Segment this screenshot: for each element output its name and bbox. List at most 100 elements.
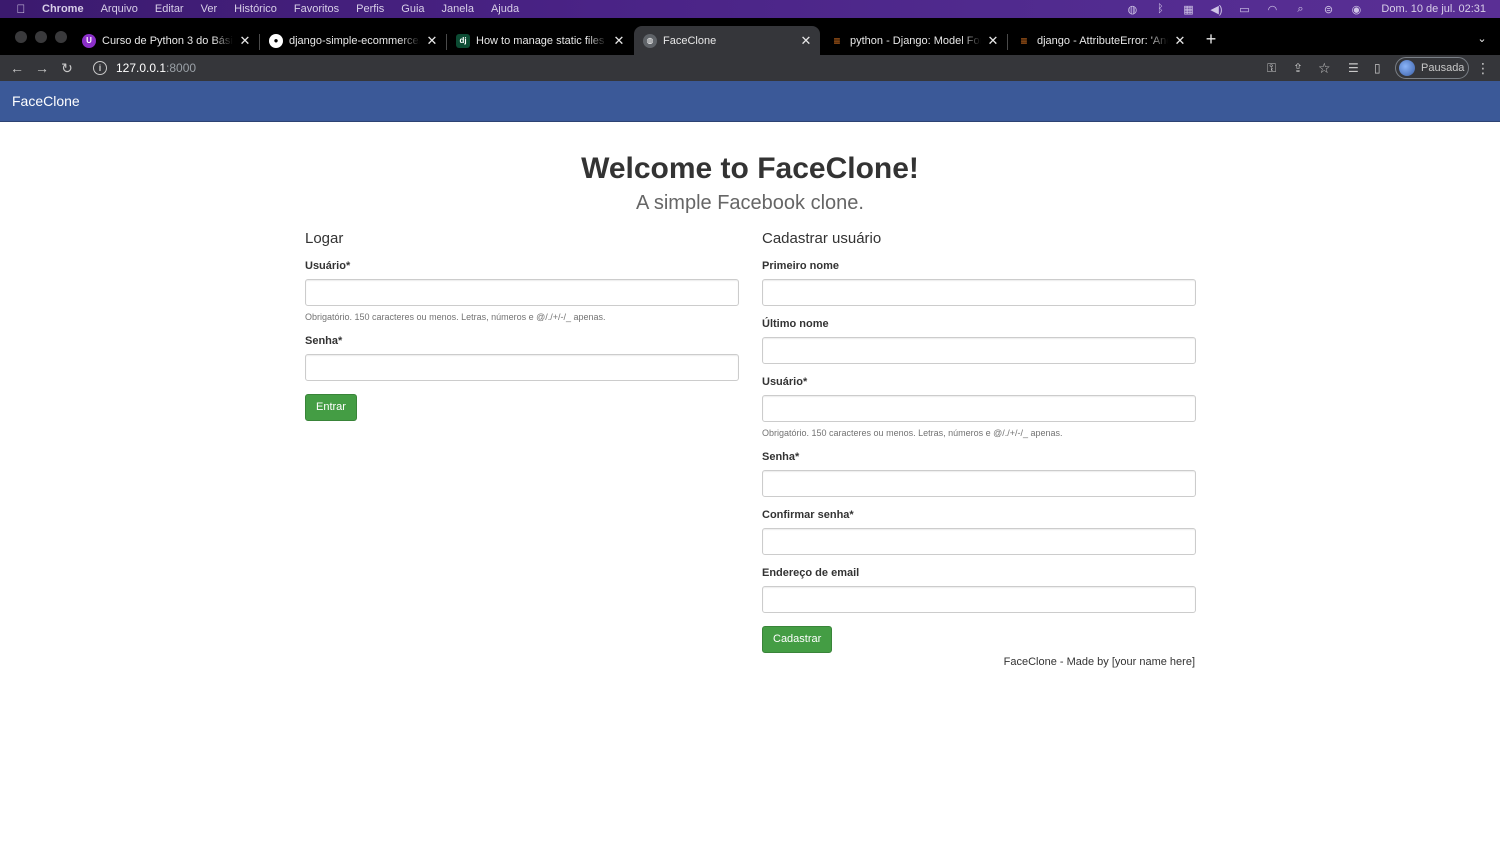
back-arrow-icon[interactable]: ← <box>8 59 26 77</box>
login-form: Logar Usuário* Obrigatório. 150 caracter… <box>305 229 739 421</box>
tab-title: django - AttributeError: 'Anonymous <box>1037 34 1168 47</box>
wifi-icon[interactable]: ◠ <box>1265 3 1279 16</box>
register-last-name-label: Último nome <box>762 318 829 330</box>
menu-ajuda[interactable]: Ajuda <box>491 3 519 15</box>
browser-tab[interactable]: U Curso de Python 3 do Básico Ao Avançad… <box>73 26 259 55</box>
login-username-input[interactable] <box>305 279 739 306</box>
github-favicon-icon: ● <box>269 33 283 48</box>
menu-editar[interactable]: Editar <box>155 3 184 15</box>
menu-guia[interactable]: Guia <box>401 3 424 15</box>
tab-search-chevron-icon[interactable]: ⌄ <box>1474 30 1490 46</box>
login-username-help: Obrigatório. 150 caracteres ou menos. Le… <box>305 312 606 322</box>
register-username-group: Usuário* Obrigatório. 150 caracteres ou … <box>762 375 1196 439</box>
avatar <box>1399 60 1415 76</box>
browser-tab[interactable]: ≡ python - Django: Model Form " ✕ <box>821 26 1007 55</box>
login-username-group: Usuário* Obrigatório. 150 caracteres ou … <box>305 259 739 323</box>
register-email-input[interactable] <box>762 586 1196 613</box>
register-password-label: Senha* <box>762 451 800 463</box>
brand-link[interactable]: FaceClone <box>12 93 80 109</box>
login-password-input[interactable] <box>305 354 739 381</box>
apple-icon[interactable]:  <box>14 2 28 16</box>
menu-arquivo[interactable]: Arquivo <box>101 3 138 15</box>
spotlight-search-icon[interactable]: ⌕ <box>1293 3 1307 15</box>
tab-title: How to manage static files (e.g. <box>476 34 607 47</box>
browser-tab-strip: U Curso de Python 3 do Básico Ao Avançad… <box>0 18 1500 55</box>
address-bar[interactable]: i 127.0.0.1 :8000 <box>84 57 1384 79</box>
register-username-label: Usuário* <box>762 376 808 388</box>
browser-tab[interactable]: dj How to manage static files (e.g. ✕ <box>447 26 633 55</box>
tab-title: django-simple-ecommerce/urls.py <box>289 34 420 47</box>
django-favicon-icon: dj <box>456 33 470 48</box>
tab-title: python - Django: Model Form " <box>850 34 981 47</box>
window-controls <box>15 31 67 43</box>
calendar-icon[interactable]: ▦ <box>1181 3 1195 16</box>
close-tab-icon[interactable]: ✕ <box>424 33 440 49</box>
close-tab-icon[interactable]: ✕ <box>985 33 1001 49</box>
tab-title: FaceClone <box>663 34 717 47</box>
close-tab-icon[interactable]: ✕ <box>611 33 627 49</box>
register-email-label: Endereço de email <box>762 567 860 579</box>
udemy-favicon-icon: U <box>82 33 96 48</box>
register-confirm-input[interactable] <box>762 528 1196 555</box>
register-password-input[interactable] <box>762 470 1196 497</box>
siri-icon[interactable]: ◉ <box>1349 3 1363 16</box>
login-password-label: Senha* <box>305 335 343 347</box>
globe-icon[interactable]: ◍ <box>1125 3 1139 16</box>
key-icon[interactable]: ⚿ <box>1267 59 1276 77</box>
stackoverflow-favicon-icon: ≡ <box>833 33 841 48</box>
volume-icon[interactable]: ◀) <box>1209 3 1223 16</box>
profile-button[interactable]: Pausada <box>1395 57 1469 79</box>
page-subtitle: A simple Facebook clone. <box>636 192 864 214</box>
new-tab-button[interactable]: + <box>1201 29 1221 49</box>
register-username-help: Obrigatório. 150 caracteres ou menos. Le… <box>762 428 1063 438</box>
share-icon[interactable]: ⇪ <box>1293 59 1303 77</box>
close-tab-icon[interactable]: ✕ <box>798 33 814 49</box>
login-heading: Logar <box>305 230 344 247</box>
minimize-window-button[interactable] <box>35 31 47 43</box>
register-confirm-label: Confirmar senha* <box>762 509 854 521</box>
menu-favoritos[interactable]: Favoritos <box>294 3 339 15</box>
menu-bar-status-area: ◍ ᛒ ▦ ◀) ▭ ◠ ⌕ ⊜ ◉ Dom. 10 de jul. 02:31 <box>1125 0 1486 18</box>
menu-bar-clock[interactable]: Dom. 10 de jul. 02:31 <box>1381 3 1486 15</box>
reading-list-icon[interactable]: ☰ <box>1348 59 1359 77</box>
menu-historico[interactable]: Histórico <box>234 3 277 15</box>
forward-arrow-icon[interactable]: → <box>33 59 51 77</box>
hero: Welcome to FaceClone! A simple Facebook … <box>0 151 1500 215</box>
browser-tab-active[interactable]: ◍ FaceClone ✕ <box>634 26 820 55</box>
browser-toolbar: ← → ↻ i 127.0.0.1 :8000 ⚿ ⇪ ☆ ☰ ▯ Pausad… <box>0 55 1500 81</box>
browser-tab[interactable]: ≡ django - AttributeError: 'Anonymous ✕ <box>1008 26 1194 55</box>
battery-icon[interactable]: ▭ <box>1237 3 1251 16</box>
menu-chrome[interactable]: Chrome <box>42 3 84 15</box>
tab-title: Curso de Python 3 do Básico Ao Avançado <box>102 34 233 47</box>
url-port: :8000 <box>166 61 197 75</box>
register-confirm-group: Confirmar senha* <box>762 508 1196 555</box>
browser-tab[interactable]: ● django-simple-ecommerce/urls.py ✕ <box>260 26 446 55</box>
register-first-name-input[interactable] <box>762 279 1196 306</box>
profile-label: Pausada <box>1421 62 1465 74</box>
register-last-name-input[interactable] <box>762 337 1196 364</box>
login-submit-button[interactable]: Entrar <box>305 394 357 421</box>
register-username-input[interactable] <box>762 395 1196 422</box>
zoom-window-button[interactable] <box>55 31 67 43</box>
macos-menu-bar:  Chrome Arquivo Editar Ver Histórico Fa… <box>0 0 1500 18</box>
bookmark-star-icon[interactable]: ☆ <box>1318 59 1331 77</box>
site-info-icon[interactable]: i <box>93 61 107 75</box>
site-navbar: FaceClone <box>0 81 1500 122</box>
url-host: 127.0.0.1 <box>116 61 167 75</box>
site-footer: FaceClone - Made by [your name here] <box>1003 656 1195 668</box>
globe-favicon-icon: ◍ <box>643 33 657 48</box>
register-last-name-group: Último nome <box>762 317 1196 364</box>
menu-janela[interactable]: Janela <box>442 3 474 15</box>
bluetooth-icon[interactable]: ᛒ <box>1153 3 1167 15</box>
menu-perfis[interactable]: Perfis <box>356 3 384 15</box>
reload-icon[interactable]: ↻ <box>58 59 76 77</box>
register-submit-button[interactable]: Cadastrar <box>762 626 833 653</box>
register-password-group: Senha* <box>762 450 1196 497</box>
close-tab-icon[interactable]: ✕ <box>237 33 253 49</box>
close-window-button[interactable] <box>15 31 27 43</box>
side-panel-icon[interactable]: ▯ <box>1374 59 1381 77</box>
menu-ver[interactable]: Ver <box>201 3 218 15</box>
close-tab-icon[interactable]: ✕ <box>1172 33 1188 49</box>
more-options-icon[interactable]: ⋮ <box>1476 59 1490 77</box>
control-center-icon[interactable]: ⊜ <box>1321 3 1335 16</box>
